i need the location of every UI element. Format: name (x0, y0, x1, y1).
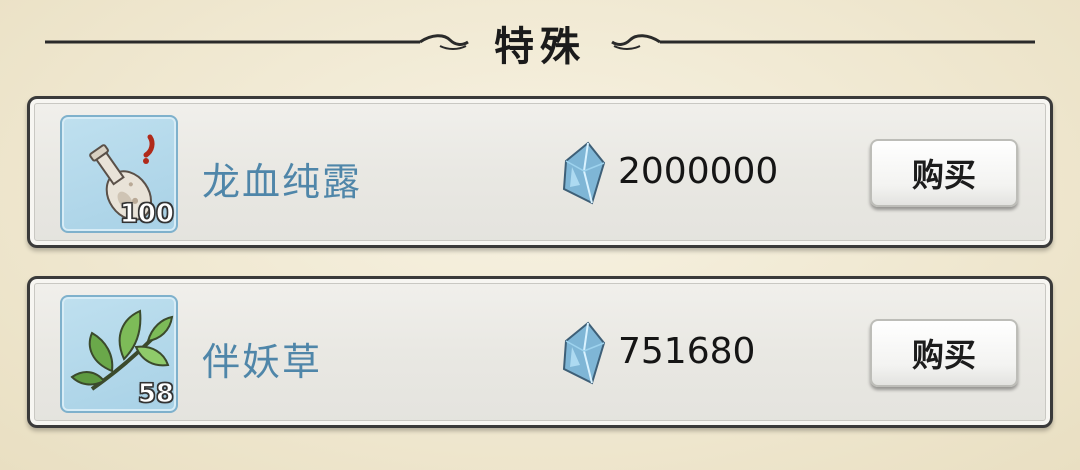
section-title: 特殊 (494, 23, 586, 70)
item-name: 龙血纯露 (202, 160, 363, 204)
buy-button[interactable]: 购买 (870, 319, 1018, 387)
item-count: 100 (119, 199, 174, 230)
item-price: 751680 (618, 331, 756, 372)
section-header: 特殊 (0, 0, 1080, 86)
shop-item-row: 58 伴妖草 751680 购买 (27, 276, 1053, 428)
item-name: 伴妖草 (202, 340, 323, 384)
item-icon-slot[interactable]: 100 (60, 115, 178, 233)
shop-item-row: 100 龙血纯露 2000000 购买 (27, 96, 1053, 248)
buy-button[interactable]: 购买 (870, 139, 1018, 207)
item-icon-slot[interactable]: 58 (60, 295, 178, 413)
crystal-icon (562, 321, 606, 385)
item-price: 2000000 (618, 151, 779, 192)
crystal-icon (562, 141, 606, 205)
item-count: 58 (137, 379, 174, 410)
